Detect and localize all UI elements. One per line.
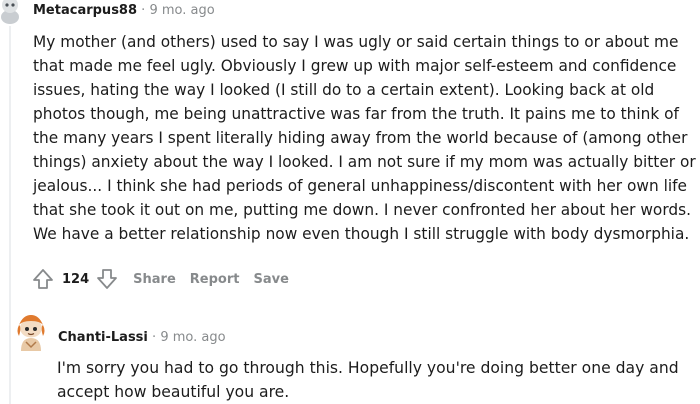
meta-separator: · (152, 330, 157, 345)
avatar[interactable] (14, 311, 48, 351)
comment-meta: Chanti-Lassi · 9 mo. ago (58, 330, 226, 346)
comment-timestamp[interactable]: 9 mo. ago (160, 330, 225, 345)
share-button[interactable]: Share (133, 272, 176, 287)
thread-line[interactable] (9, 26, 11, 404)
comment-timestamp[interactable]: 9 mo. ago (149, 3, 214, 18)
comment-line: We have a better relationship now even t… (33, 225, 690, 243)
upvote-button[interactable] (31, 267, 55, 291)
comment-line: photos though, me being unattractive was… (33, 105, 679, 123)
comment-author[interactable]: Chanti-Lassi (58, 330, 148, 345)
comment-line: that she took it out on me, putting me d… (33, 201, 692, 219)
snoo-avatar-icon (1, 0, 19, 24)
comment-line: things) anxiety about the way I looked. … (33, 153, 696, 171)
avatar[interactable] (0, 0, 22, 24)
downvote-button[interactable] (95, 267, 119, 291)
meta-separator: · (141, 3, 146, 18)
comment-line: that made me feel ugly. Obviously I grew… (33, 57, 677, 75)
comment-line: the many years I spent literally hiding … (33, 129, 688, 147)
comment-author[interactable]: Metacarpus88 (33, 3, 137, 18)
comment-body: I'm sorry you had to go through this. Ho… (57, 356, 679, 404)
upvote-arrow-icon (33, 269, 53, 289)
comment-line: issues, hating the way I looked (I still… (33, 81, 655, 99)
comment-body: My mother (and others) used to say I was… (33, 30, 700, 246)
snoo-avatar-icon (17, 315, 45, 351)
comment-line: I'm sorry you had to go through this. Ho… (57, 359, 679, 377)
save-button[interactable]: Save (253, 272, 288, 287)
comment-line: jealous... I think she had periods of ge… (33, 177, 687, 195)
report-button[interactable]: Report (190, 272, 240, 287)
comment-actions: 124 Share Report Save (31, 266, 289, 292)
comment-meta: Metacarpus88 · 9 mo. ago (33, 3, 215, 19)
downvote-arrow-icon (97, 269, 118, 289)
comment-line: accept how beautiful you are. (57, 383, 290, 401)
vote-score: 124 (62, 271, 90, 287)
comment-line: My mother (and others) used to say I was… (33, 33, 679, 51)
